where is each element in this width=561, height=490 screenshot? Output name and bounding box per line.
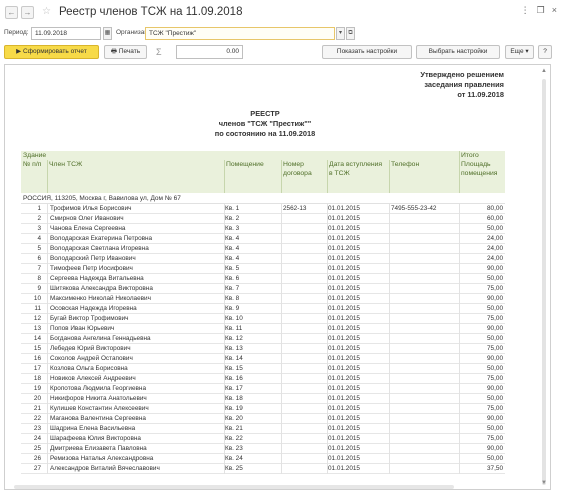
header-member: Член ТСЖ (47, 160, 224, 193)
organization-dropdown-icon[interactable]: ▾ (336, 27, 345, 40)
more-menu-icon[interactable]: ⋮ (521, 5, 530, 16)
horizontal-scrollbar[interactable] (4, 484, 551, 490)
vertical-scrollbar[interactable]: ▲ ▼ (540, 67, 548, 487)
restore-window-icon[interactable]: ❐ (537, 5, 545, 16)
report-heading: РЕЕСТР членов "ТСЖ "Престиж"" по состоян… (170, 109, 360, 139)
back-arrow-icon[interactable]: ← (5, 5, 18, 19)
column-separator (327, 204, 328, 474)
calendar-icon[interactable]: ▦ (103, 27, 112, 40)
help-button[interactable]: ? (538, 45, 552, 59)
heading-line: по состоянию на 11.09.2018 (214, 129, 316, 138)
scroll-up-icon[interactable]: ▲ (540, 67, 548, 75)
horizontal-scroll-thumb[interactable] (14, 485, 454, 489)
filter-bar: Период: 11.09.2018 ▦ Организация: ТСЖ "П… (0, 27, 561, 41)
column-separator (389, 204, 390, 474)
approval-note: Утверждено решением заседания правления … (420, 70, 504, 100)
more-actions-button[interactable]: Еще ▾ (505, 45, 534, 59)
heading-line: РЕЕСТР (250, 109, 280, 118)
header-divider (327, 160, 328, 193)
header-building: Здание (21, 151, 459, 160)
header-phone: Телефон (389, 160, 459, 193)
forward-arrow-icon[interactable]: → (21, 5, 34, 19)
sum-field: 0.00 (176, 45, 243, 59)
header-join-date: Дата вступления в ТСЖ (327, 160, 389, 193)
open-organization-icon[interactable]: ⧉ (346, 27, 355, 40)
title-bar: ← → ☆ Реестр членов ТСЖ на 11.09.2018 ⋮ … (0, 0, 561, 24)
period-label: Период: (4, 29, 29, 36)
sum-icon: Σ (156, 47, 162, 57)
favorite-star-icon[interactable]: ☆ (42, 7, 51, 17)
header-divider (281, 160, 282, 193)
header-divider (389, 160, 390, 193)
report-document: Утверждено решением заседания правления … (4, 64, 551, 490)
period-input[interactable]: 11.09.2018 (31, 27, 101, 40)
header-num: № п/п (21, 160, 47, 193)
approval-line: от 11.09.2018 (457, 90, 504, 99)
choose-settings-button[interactable]: Выбрать настройки (416, 45, 500, 59)
heading-line: членов "ТСЖ "Престиж"" (218, 119, 312, 128)
generate-report-button[interactable]: ▶ Сформировать отчет (4, 45, 99, 59)
header-divider (459, 151, 460, 193)
header-premises: Помещение (224, 160, 281, 193)
column-separator (47, 204, 48, 474)
header-contract: Номер договора (281, 160, 327, 193)
header-divider (47, 160, 48, 193)
row-separator (21, 473, 505, 474)
header-divider (224, 160, 225, 193)
header-area: Площадь помещения (459, 160, 505, 193)
command-bar: ▶ Сформировать отчет 🖶 Печать Σ 0.00 Пок… (0, 45, 561, 60)
column-separator (459, 204, 460, 474)
approval-line: Утверждено решением (420, 70, 504, 79)
close-window-icon[interactable]: × (552, 5, 557, 16)
column-separator (224, 204, 225, 474)
show-settings-button[interactable]: Показать настройки (322, 45, 412, 59)
column-separator (281, 204, 282, 474)
scroll-thumb[interactable] (542, 79, 546, 485)
print-button[interactable]: 🖶 Печать (104, 45, 147, 59)
building-group-row: РОССИЯ, 113205, Москва г, Вавилова ул, Д… (21, 194, 505, 204)
window-title: Реестр членов ТСЖ на 11.09.2018 (58, 6, 243, 18)
approval-line: заседания правления (424, 80, 504, 89)
organization-input[interactable]: ТСЖ "Престиж" (145, 27, 335, 40)
header-total: Итого (459, 151, 505, 160)
